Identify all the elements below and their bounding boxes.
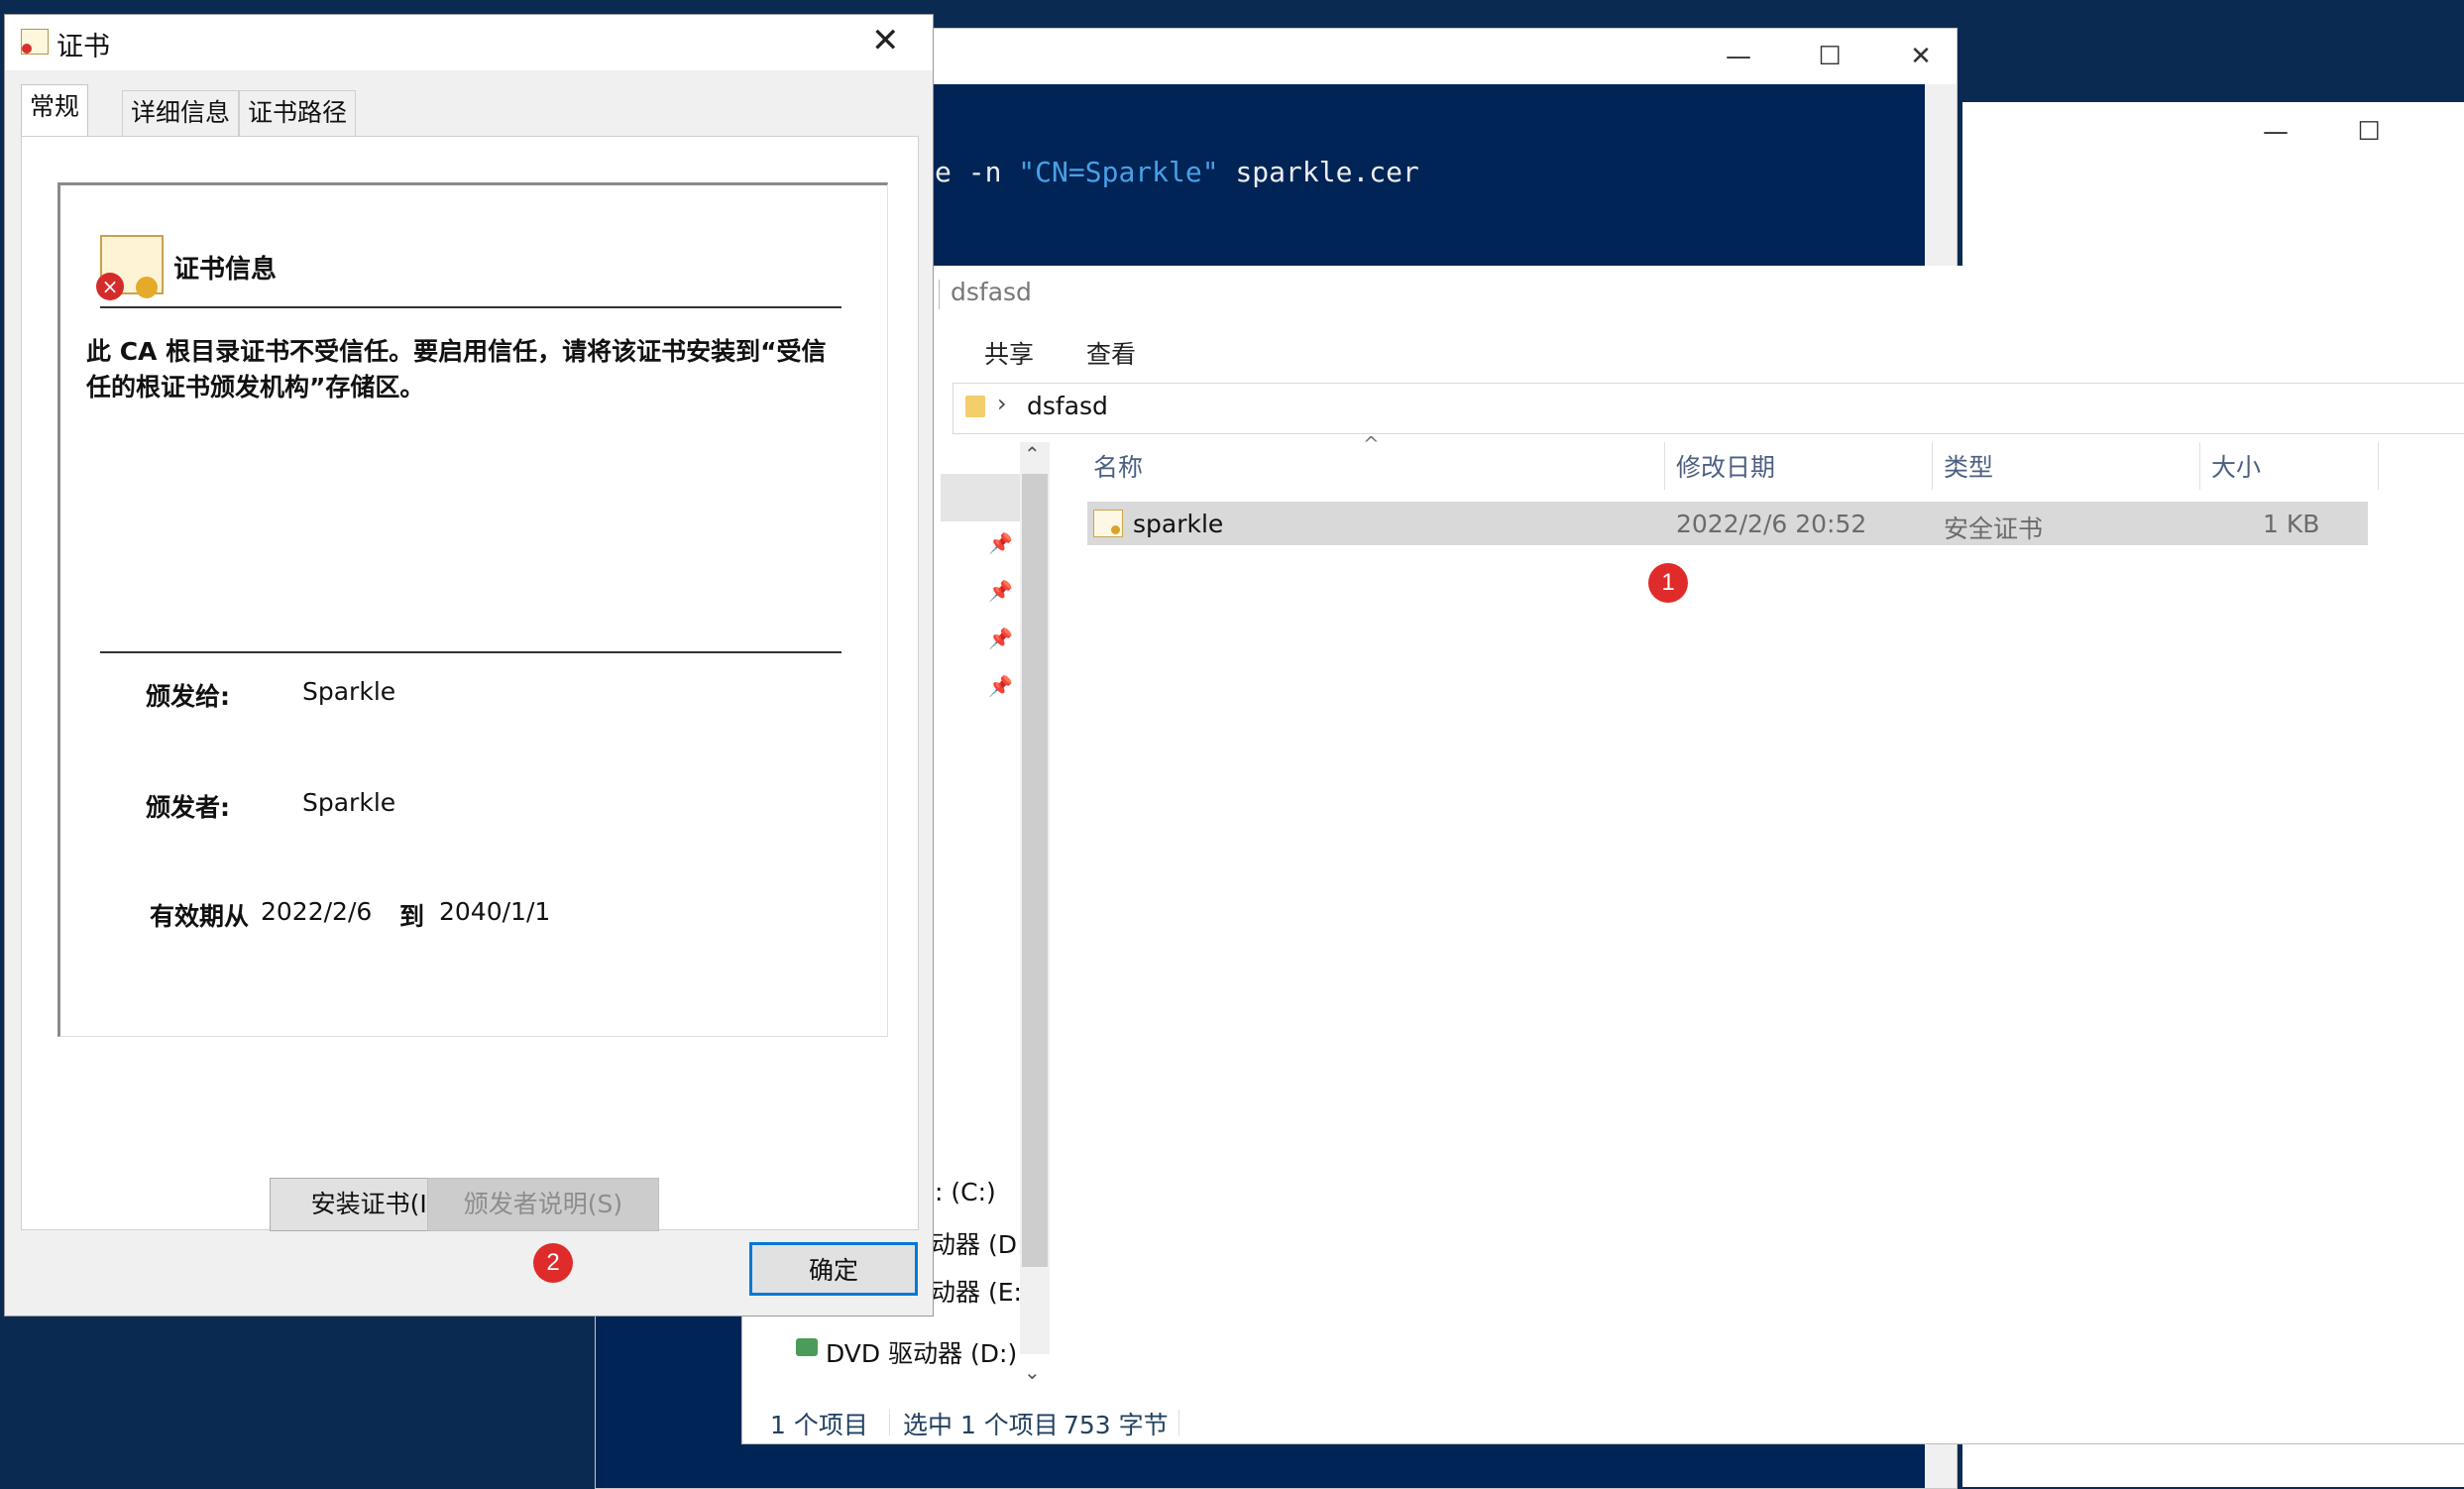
command-arg: sparkle.cer: [1218, 156, 1419, 188]
maximize-icon[interactable]: ☐: [1800, 37, 1859, 76]
minimize-icon[interactable]: —: [1709, 37, 1768, 76]
tab-certification-path[interactable]: 证书路径: [239, 90, 357, 137]
divider: [100, 306, 841, 308]
title-separator: [939, 280, 940, 309]
sort-arrow-icon[interactable]: ^: [1363, 432, 1380, 456]
folder-icon: [965, 396, 985, 417]
info-heading: 证书信息: [173, 255, 278, 285]
column-header-type[interactable]: 类型: [1944, 448, 1993, 484]
valid-to-label: 到: [399, 902, 425, 931]
trust-warning: 此 CA 根目录证书不受信任。要启用信任，请将该证书安装到“受信任的根证书颁发机…: [86, 337, 827, 401]
certificate-dialog: 证书 ✕ 常规 详细信息 证书路径 × 证书信息 此 CA 根目录证书不受信任。…: [4, 14, 934, 1317]
column-header-size[interactable]: 大小: [2211, 448, 2261, 484]
close-icon[interactable]: ✕: [871, 21, 900, 60]
nav-selected-item[interactable]: [941, 474, 1020, 521]
command-string: "CN=Sparkle": [1018, 156, 1219, 188]
certificate-icon: [21, 29, 49, 55]
valid-to-value: 2040/1/1: [439, 897, 551, 926]
command-text: e -n: [935, 156, 1019, 188]
column-divider[interactable]: [1664, 442, 1665, 490]
seal-icon: [136, 277, 158, 298]
column-divider[interactable]: [2378, 442, 2379, 490]
status-size: 753 字节: [1064, 1411, 1169, 1439]
ribbon-tab-view[interactable]: 查看: [1086, 335, 1136, 371]
nav-scrollbar-thumb[interactable]: [1022, 474, 1048, 1267]
explorer-title: dsfasd: [951, 278, 1032, 306]
valid-from-value: 2022/2/6: [261, 897, 373, 926]
pin-icon[interactable]: 📌: [988, 579, 1013, 603]
pin-icon[interactable]: 📌: [988, 674, 1013, 698]
nav-item-drive-c[interactable]: : (C:): [935, 1178, 996, 1206]
nav-item-dvd-drive[interactable]: DVD 驱动器 (D:) C: [826, 1334, 1020, 1370]
issued-by-label: 颁发者:: [146, 793, 230, 822]
issuer-statement-button[interactable]: 颁发者说明(S): [427, 1178, 659, 1231]
status-selected: 选中 1 个项目: [903, 1411, 1059, 1439]
file-name: sparkle: [1133, 510, 1224, 538]
file-modified: 2022/2/6 20:52: [1676, 510, 1867, 538]
scroll-up-icon[interactable]: ⌃: [1024, 442, 1041, 466]
status-item-count: 1 个项目: [770, 1411, 868, 1439]
ok-button[interactable]: 确定: [749, 1242, 918, 1296]
file-size: 1 KB: [2263, 510, 2320, 538]
pin-icon[interactable]: 📌: [988, 531, 1013, 555]
pin-icon[interactable]: 📌: [988, 627, 1013, 650]
dvd-drive-icon: [796, 1338, 818, 1356]
address-path[interactable]: dsfasd: [1027, 392, 1108, 420]
console-scrollbar[interactable]: [1925, 84, 1957, 292]
close-icon[interactable]: ✕: [1891, 37, 1951, 76]
column-divider[interactable]: [2199, 442, 2200, 490]
address-bar[interactable]: › dsfasd: [952, 383, 2464, 434]
ribbon-tab-share[interactable]: 共享: [984, 335, 1034, 371]
error-x-icon: ×: [96, 273, 124, 300]
status-divider: [889, 1410, 890, 1435]
file-type: 安全证书: [1944, 515, 2044, 543]
certificate-file-icon: [1093, 510, 1123, 537]
column-header-modified[interactable]: 修改日期: [1676, 448, 1775, 484]
tab-panel-general: × 证书信息 此 CA 根目录证书不受信任。要启用信任，请将该证书安装到“受信任…: [21, 136, 919, 1283]
divider: [100, 651, 841, 653]
annotation-badge-2: 2: [533, 1243, 573, 1283]
annotation-badge-1: 1: [1648, 563, 1688, 603]
status-divider: [1178, 1410, 1179, 1435]
status-bar: 1 个项目 选中 1 个项目 753 字节: [742, 1396, 2464, 1443]
file-row[interactable]: sparkle 2022/2/6 20:52 安全证书 1 KB: [1087, 502, 2368, 545]
column-header-name[interactable]: 名称: [1093, 448, 1143, 484]
dialog-title: 证书: [56, 32, 110, 62]
nav-item-drive-e[interactable]: 动器 (E:): [931, 1273, 1032, 1309]
valid-from-label: 有效期从: [150, 902, 250, 931]
scroll-down-icon[interactable]: ⌄: [1024, 1360, 1041, 1384]
tab-general[interactable]: 常规: [21, 84, 89, 139]
issued-to-label: 颁发给:: [146, 682, 230, 711]
issued-to-value: Sparkle: [302, 677, 396, 706]
certificate-info-box: × 证书信息 此 CA 根目录证书不受信任。要启用信任，请将该证书安装到“受信任…: [57, 182, 888, 1037]
console-command-line: e -n "CN=Sparkle" sparkle.cer: [935, 156, 1419, 188]
untrusted-certificate-icon: ×: [96, 235, 164, 300]
maximize-icon[interactable]: ☐: [2339, 112, 2399, 152]
explorer-window: dsfasd 共享 查看 › dsfasd 📌 📌 📌 📌 : (C:) 动器 …: [741, 266, 2464, 1444]
dialog-title-bar[interactable]: 证书 ✕: [5, 15, 933, 70]
tab-details[interactable]: 详细信息: [122, 90, 240, 137]
column-divider[interactable]: [1932, 442, 1933, 490]
issued-by-value: Sparkle: [302, 788, 396, 817]
minimize-icon[interactable]: —: [2246, 112, 2305, 152]
chevron-right-icon[interactable]: ›: [997, 390, 1007, 417]
